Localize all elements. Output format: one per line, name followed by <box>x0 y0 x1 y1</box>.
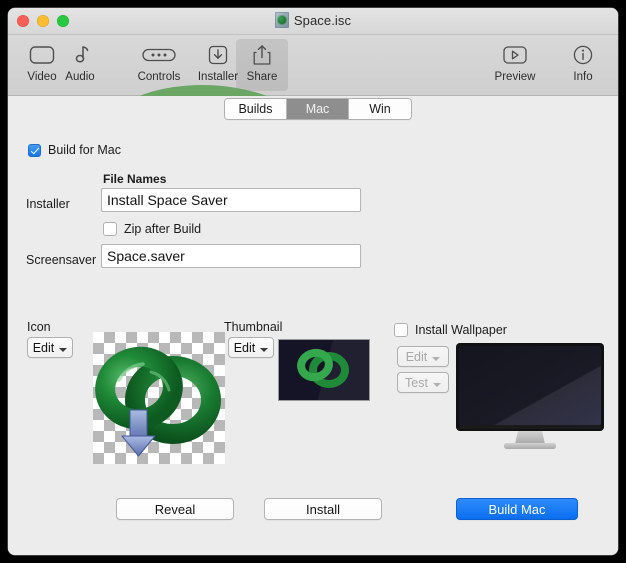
thumbnail-section-label: Thumbnail <box>224 320 283 334</box>
file-names-header: File Names <box>103 172 167 186</box>
titlebar: Space.isc <box>8 8 618 35</box>
ellipsis-pill-icon <box>142 43 176 67</box>
zip-after-build-label: Zip after Build <box>124 222 202 236</box>
segment-win[interactable]: Win <box>349 99 411 119</box>
toolbar-label-share: Share <box>246 71 278 83</box>
reveal-button[interactable]: Reveal <box>116 498 234 520</box>
install-wallpaper-checkbox[interactable] <box>394 323 408 337</box>
toolbar-item-info[interactable]: Info <box>558 39 608 91</box>
chevron-down-icon <box>59 347 68 352</box>
zip-after-build-checkbox[interactable] <box>103 222 117 236</box>
share-upload-icon <box>251 43 273 67</box>
screensaver-label: Screensaver <box>26 253 97 267</box>
thumbnail-edit-button[interactable]: Edit <box>228 337 274 358</box>
wallpaper-edit-label: Edit <box>405 349 428 364</box>
toolbar-item-controls[interactable]: Controls <box>128 39 190 91</box>
thumbnail-preview <box>278 339 370 401</box>
install-wallpaper-label: Install Wallpaper <box>415 323 507 337</box>
toolbar-label-controls: Controls <box>137 71 181 83</box>
build-target-tabs-row: Builds Mac Win <box>8 96 618 124</box>
document-rings-icon <box>274 12 289 28</box>
toolbar-item-share[interactable]: Share <box>236 39 288 91</box>
chevron-down-icon <box>432 382 441 387</box>
app-window: Space.isc Video Audio Controls Installer… <box>8 8 618 555</box>
icon-edit-button[interactable]: Edit <box>27 337 73 358</box>
build-for-mac-checkbox[interactable] <box>28 143 41 157</box>
toolbar-label-installer: Installer <box>197 71 239 83</box>
build-target-segmented-control[interactable]: Builds Mac Win <box>224 98 412 120</box>
window-title: Space.isc <box>293 12 352 28</box>
install-button[interactable]: Install <box>264 498 382 520</box>
segment-mac[interactable]: Mac <box>287 99 349 119</box>
toolbar: Video Audio Controls Installer Share Pre… <box>8 35 618 141</box>
toolbar-label-preview: Preview <box>494 71 536 83</box>
wallpaper-test-label: Test <box>405 375 428 390</box>
imac-monitor-preview <box>456 343 604 449</box>
play-rect-icon <box>502 43 528 67</box>
wallpaper-edit-button[interactable]: Edit <box>397 346 449 367</box>
screensaver-name-input[interactable]: Space.saver <box>101 244 361 268</box>
wallpaper-test-button[interactable]: Test <box>397 372 449 393</box>
install-wallpaper-row[interactable]: Install Wallpaper <box>394 323 507 337</box>
music-note-icon <box>70 43 90 67</box>
toolbar-item-audio[interactable]: Audio <box>52 39 108 91</box>
icon-section-label: Icon <box>27 320 51 334</box>
toolbar-label-info: Info <box>573 71 593 83</box>
green-rings-icon <box>95 346 221 457</box>
build-mac-button[interactable]: Build Mac <box>456 498 578 520</box>
main-content: Build for Mac File Names Installer Insta… <box>8 124 618 555</box>
toolbar-label-audio: Audio <box>65 71 95 83</box>
box-download-icon <box>207 43 229 67</box>
chevron-down-icon <box>432 356 441 361</box>
installer-name-input[interactable]: Install Space Saver <box>101 188 361 212</box>
segment-builds[interactable]: Builds <box>225 99 287 119</box>
info-circle-icon <box>572 43 594 67</box>
build-for-mac-checkbox-row[interactable]: Build for Mac <box>28 143 121 157</box>
build-for-mac-label: Build for Mac <box>48 143 121 157</box>
thumbnail-edit-label: Edit <box>233 340 256 355</box>
toolbar-item-preview[interactable]: Preview <box>484 39 546 91</box>
installer-label: Installer <box>26 197 70 211</box>
chevron-down-icon <box>260 347 269 352</box>
icon-edit-label: Edit <box>32 340 55 355</box>
zip-after-build-row[interactable]: Zip after Build <box>103 222 201 236</box>
window-title-group: Space.isc <box>8 12 618 28</box>
